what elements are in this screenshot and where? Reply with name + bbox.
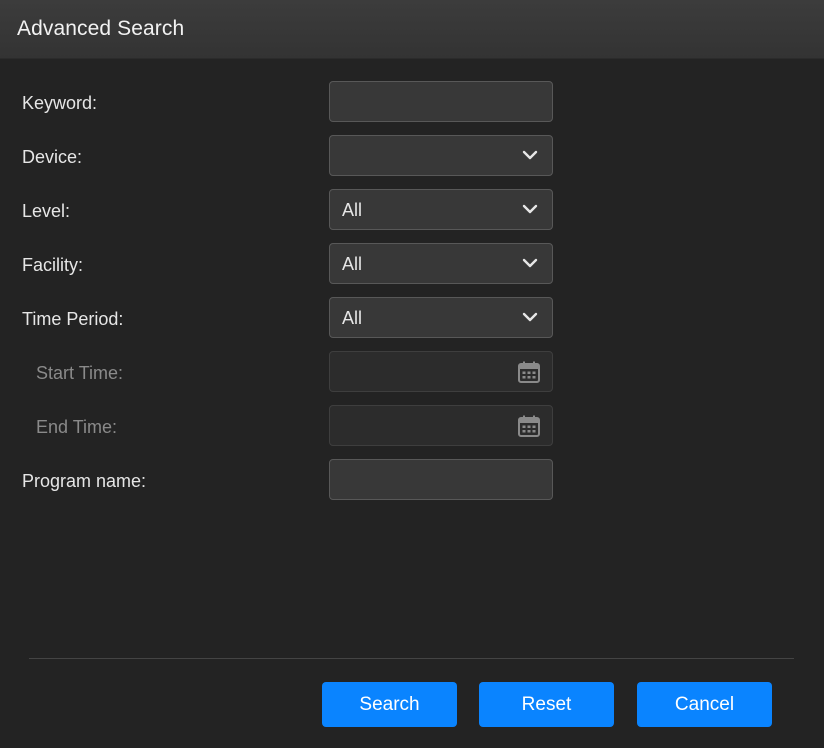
level-select-value: All	[342, 200, 363, 220]
program-name-input[interactable]	[342, 460, 542, 499]
title-bar: Advanced Search	[0, 0, 824, 59]
facility-select-value: All	[342, 254, 363, 274]
level-label: Level:	[22, 201, 71, 221]
end-time-field[interactable]	[329, 405, 553, 446]
device-select[interactable]	[329, 135, 553, 176]
search-button[interactable]: Search	[322, 682, 457, 727]
level-select[interactable]: All	[329, 189, 553, 230]
time-period-select[interactable]: All	[329, 297, 553, 338]
facility-select[interactable]: All	[329, 243, 553, 284]
dialog-title: Advanced Search	[17, 17, 185, 40]
time-period-label: Time Period:	[22, 309, 124, 329]
footer-divider	[29, 658, 794, 659]
start-time-label: Start Time:	[36, 363, 124, 383]
facility-label: Facility:	[22, 255, 84, 275]
end-time-label: End Time:	[36, 417, 118, 437]
cancel-button[interactable]: Cancel	[637, 682, 772, 727]
device-label: Device:	[22, 147, 83, 167]
program-name-label: Program name:	[22, 471, 147, 491]
calendar-icon[interactable]	[517, 360, 541, 384]
advanced-search-dialog: Advanced Search Keyword: Device: Level: …	[0, 0, 824, 748]
chevron-down-icon	[522, 150, 538, 160]
time-period-select-value: All	[342, 308, 363, 328]
reset-button[interactable]: Reset	[479, 682, 614, 727]
keyword-input[interactable]	[342, 82, 542, 121]
chevron-down-icon	[522, 312, 538, 322]
program-name-field[interactable]	[329, 459, 553, 500]
start-time-field[interactable]	[329, 351, 553, 392]
keyword-field[interactable]	[329, 81, 553, 122]
keyword-label: Keyword:	[22, 93, 98, 113]
chevron-down-icon	[522, 258, 538, 268]
chevron-down-icon	[522, 204, 538, 214]
calendar-icon[interactable]	[517, 414, 541, 438]
